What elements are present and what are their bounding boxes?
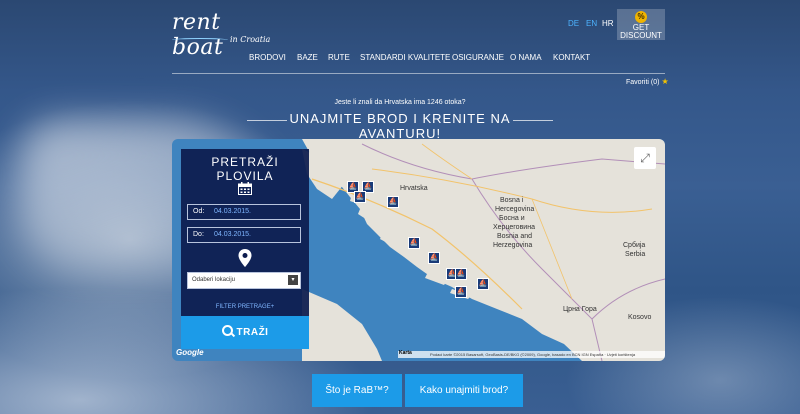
search-icon — [221, 325, 233, 336]
boat-marker-icon[interactable]: ⛵ — [455, 268, 467, 280]
boat-marker-icon[interactable]: ⛵ — [477, 278, 489, 290]
boat-marker-icon[interactable]: ⛵ — [354, 191, 366, 203]
map-label-bosna-1: Bosna i — [500, 197, 524, 204]
map-attribution-text: Podaci karte ©2015 Basarsoft, GeoBasis-D… — [430, 352, 636, 357]
fullscreen-icon[interactable]: ⤢ — [634, 147, 656, 169]
date-to-label: Do: — [193, 231, 204, 238]
nav-item-baze[interactable]: BAZE — [297, 53, 318, 62]
star-icon: ★ — [661, 77, 669, 86]
date-from-label: Od: — [193, 208, 205, 215]
lang-hr[interactable]: HR — [602, 19, 614, 28]
map-label-bosna-4: Херцеговина — [493, 224, 535, 231]
calendar-icon — [238, 182, 252, 195]
date-from-field[interactable]: Od: 04.03.2015. — [187, 204, 301, 220]
boat-marker-icon[interactable]: ⛵ — [455, 286, 467, 298]
map-attribution: Podaci karte ©2015 Basarsoft, GeoBasis-D… — [398, 351, 665, 358]
search-title: PRETRAŽI PLOVILA — [211, 155, 279, 183]
date-to-field[interactable]: Do: 04.03.2015. — [187, 227, 301, 243]
date-from-value: 04.03.2015. — [214, 208, 251, 215]
search-button-label: TRAŽI — [236, 327, 269, 338]
lang-en[interactable]: EN — [586, 19, 597, 28]
lang-de[interactable]: DE — [568, 19, 579, 28]
boat-marker-icon[interactable]: ⛵ — [408, 237, 420, 249]
map-label-bosna-5: Bosnia and — [497, 233, 533, 240]
headline-wrap: UNAJMITE BROD I KRENITE NA AVANTURU! — [247, 111, 553, 141]
discount-label-2: DISCOUNT — [620, 31, 662, 40]
chevron-down-icon: ▾ — [288, 275, 298, 285]
logo[interactable]: rent boat in Croatia — [172, 10, 277, 60]
location-select-value: Odaberi lokaciju — [192, 277, 236, 283]
nav-item-brodovi[interactable]: BRODOVI — [249, 53, 286, 62]
percent-coin-icon: % — [635, 11, 647, 23]
map-label-kosovo: Kosovo — [628, 314, 652, 321]
hero-headline: UNAJMITE BROD I KRENITE NA AVANTURU! — [289, 111, 511, 141]
get-discount-button[interactable]: % GET DISCOUNT — [617, 9, 665, 40]
logo-subtitle: in Croatia — [230, 35, 271, 44]
map-label-bosna-2: Hercegovina — [495, 206, 535, 213]
map-label-crna-gora: Црна Гора — [563, 306, 597, 313]
nav-item-kontakt[interactable]: KONTAKT — [553, 53, 590, 62]
filter-link[interactable]: FILTER PRETRAGE+ — [181, 304, 309, 310]
boat-marker-icon[interactable]: ⛵ — [428, 252, 440, 264]
how-to-rent-button[interactable]: Kako unajmiti brod? — [405, 374, 523, 407]
location-pin-icon — [238, 249, 252, 267]
map-label-hrvatska: Hrvatska — [400, 185, 428, 192]
favorites-label: Favoriti (0) — [626, 79, 660, 86]
logo-wave-icon — [172, 38, 228, 42]
location-select[interactable]: Odaberi lokaciju ▾ — [187, 272, 301, 289]
date-to-value: 04.03.2015. — [214, 231, 251, 238]
what-is-rab-button[interactable]: Što je RaB™? — [312, 374, 402, 407]
map-label-bosna-3: Босна и — [499, 215, 525, 222]
hero-fact: Jeste li znali da Hrvatska ima 1246 otok… — [334, 99, 466, 106]
map-label-srbija-cyr: Србија — [623, 242, 646, 249]
favorites-link[interactable]: Favoriti (0) ★ — [626, 77, 669, 86]
search-button[interactable]: TRAŽI — [181, 316, 309, 349]
map-label-bosna-6: Herzegovina — [493, 242, 533, 249]
nav-item-rute[interactable]: RUTE — [328, 53, 350, 62]
nav-item-osiguranje[interactable]: OSIGURANJE — [452, 53, 504, 62]
map-label-serbia: Serbia — [625, 251, 646, 258]
google-logo: Google — [176, 348, 204, 357]
nav-divider — [172, 73, 665, 74]
nav-item-o-nama[interactable]: O NAMA — [510, 53, 542, 62]
map-type-karta[interactable]: Karta — [399, 350, 412, 356]
nav-item-standardi-kvalitete[interactable]: STANDARDI KVALITETE — [360, 53, 450, 62]
boat-marker-icon[interactable]: ⛵ — [387, 196, 399, 208]
